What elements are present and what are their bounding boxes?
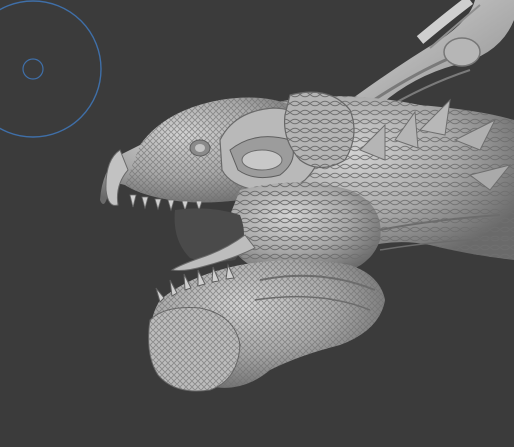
3d-viewport[interactable] (0, 0, 514, 447)
dragon-head (100, 91, 514, 392)
sculpt-model[interactable] (0, 0, 514, 447)
